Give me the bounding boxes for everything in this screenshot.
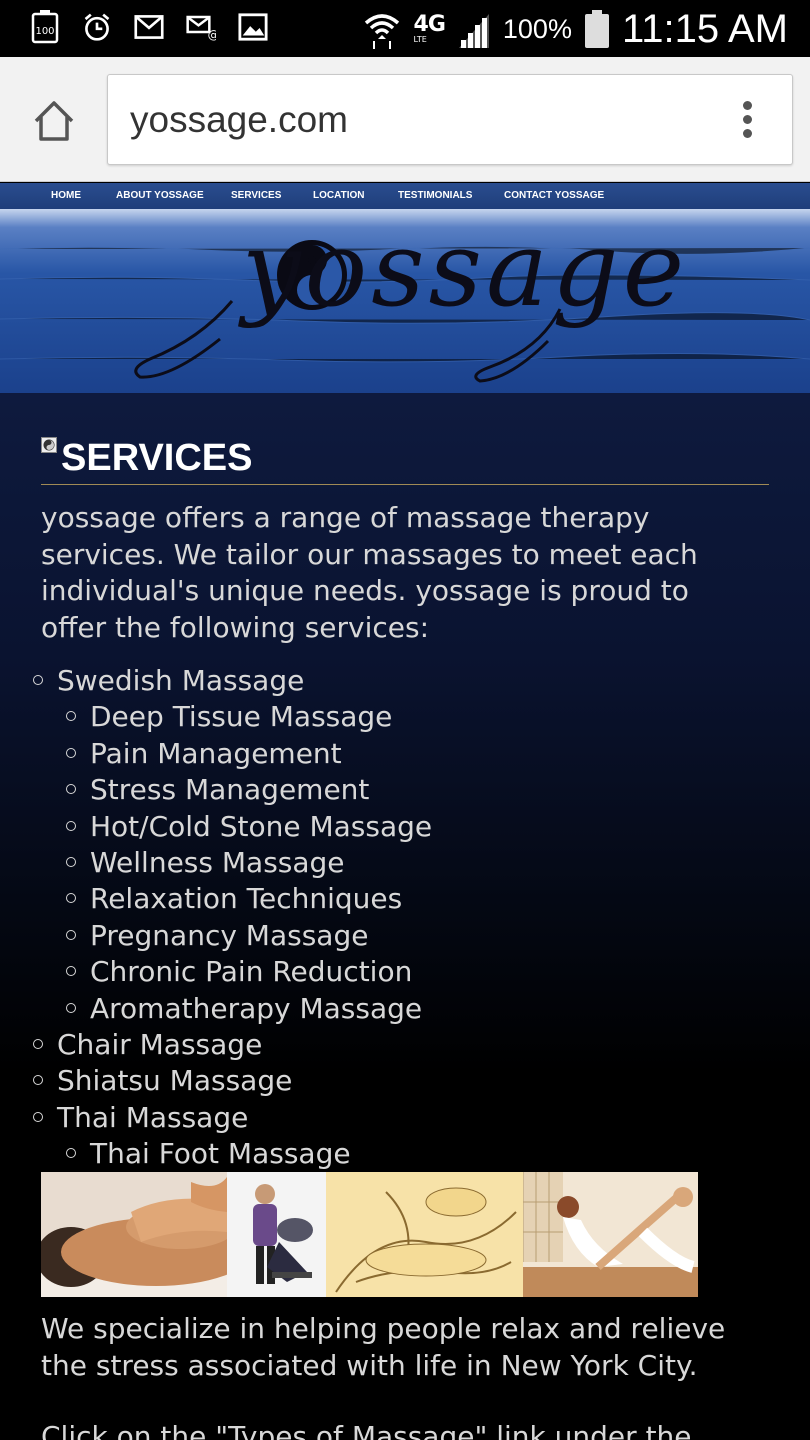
instruction-paragraph: Click on the "Types of Massage" link und…	[41, 1420, 692, 1440]
svg-text:@: @	[208, 28, 216, 42]
home-button[interactable]	[30, 97, 78, 145]
bullet-icon	[33, 675, 43, 685]
shiatsu-illustration	[326, 1172, 523, 1297]
service-label: Wellness Massage	[90, 846, 345, 879]
service-label: Thai Foot Massage	[90, 1137, 351, 1171]
service-label: Pregnancy Massage	[90, 918, 369, 952]
intro-paragraph: yossage offers a range of massage therap…	[41, 501, 698, 644]
service-item: Wellness Massage	[66, 845, 345, 881]
back-massage-photo	[41, 1172, 227, 1297]
battery-icon	[584, 10, 609, 48]
svg-text:100: 100	[35, 26, 54, 37]
service-item: Pain Management	[66, 736, 342, 772]
network-type: 4G	[413, 12, 446, 37]
status-bar: 100 @ 4G LTE 100% 11:15 AM	[0, 0, 810, 57]
network-subtype: LTE	[413, 35, 427, 44]
service-item: Aromatherapy Massage	[66, 991, 422, 1027]
nav-services[interactable]: SERVICES	[231, 190, 281, 201]
page-title: SERVICES	[61, 437, 253, 479]
bullet-icon	[66, 1002, 76, 1013]
closing-paragraph: We specialize in helping people relax an…	[41, 1312, 726, 1382]
battery-100-notification-icon: 100	[30, 10, 60, 44]
nav-contact[interactable]: CONTACT YOSSAGE	[504, 190, 604, 201]
menu-dot-icon	[742, 129, 752, 138]
email-icon: @	[186, 10, 216, 44]
service-item: Shiatsu Massage	[33, 1063, 292, 1099]
svg-text:yossage: yossage	[238, 209, 688, 330]
thai-massage-photo	[523, 1172, 698, 1297]
bullet-icon	[66, 929, 76, 940]
service-item: Hot/Cold Stone Massage	[66, 809, 432, 845]
home-icon	[34, 101, 74, 141]
service-label: Thai Massage	[57, 1100, 249, 1134]
yossage-logo: yossage	[134, 209, 688, 383]
bullet-icon	[66, 1148, 76, 1159]
service-item: Thai Massage	[33, 1100, 248, 1136]
overflow-menu-button[interactable]	[732, 99, 762, 143]
wifi-icon	[364, 14, 399, 49]
browser-toolbar: yossage.com	[0, 57, 810, 182]
menu-dot-icon	[742, 101, 752, 110]
bullet-icon	[66, 966, 76, 977]
yin-yang-icon	[41, 437, 57, 453]
service-label: Swedish Massage	[57, 664, 305, 697]
url-text: yossage.com	[130, 99, 348, 140]
service-label: Deep Tissue Massage	[90, 700, 393, 734]
notification-icons: 100 @	[30, 10, 268, 44]
image-icon	[238, 10, 268, 44]
system-indicators: 4G LTE 100% 11:15 AM	[362, 4, 788, 54]
service-label: Chronic Pain Reduction	[90, 955, 413, 989]
heading-row: SERVICES	[41, 433, 252, 477]
service-item: Stress Management	[66, 772, 369, 808]
service-label: Hot/Cold Stone Massage	[90, 809, 433, 843]
gmail-icon	[134, 10, 164, 44]
clock: 11:15 AM	[621, 6, 788, 51]
menu-dot-icon	[742, 115, 752, 124]
bullet-icon	[66, 893, 76, 904]
service-item: Thai Foot Massage	[66, 1136, 351, 1172]
service-item: Pregnancy Massage	[66, 918, 368, 954]
bullet-icon	[66, 820, 76, 831]
massage-photo-strip	[41, 1172, 698, 1297]
service-label: Shiatsu Massage	[57, 1064, 293, 1098]
bullet-icon	[66, 857, 76, 867]
service-label: Stress Management	[90, 773, 370, 807]
service-item: Chronic Pain Reduction	[66, 954, 412, 990]
site-nav: HOME ABOUT YOSSAGE SERVICES LOCATION TES…	[0, 183, 810, 209]
service-item: Relaxation Techniques	[66, 881, 402, 917]
nav-location[interactable]: LOCATION	[313, 190, 364, 201]
site-banner: yossage	[0, 209, 810, 393]
service-item: Deep Tissue Massage	[66, 699, 392, 735]
bullet-icon	[66, 784, 76, 795]
service-label: Aromatherapy Massage	[90, 991, 423, 1025]
nav-about[interactable]: ABOUT YOSSAGE	[116, 190, 204, 201]
service-label: Chair Massage	[57, 1028, 263, 1061]
title-divider	[41, 484, 769, 485]
battery-percent: 100%	[502, 13, 572, 44]
alarm-clock-icon	[82, 10, 112, 44]
bullet-icon	[66, 747, 76, 758]
service-item: Chair Massage	[33, 1027, 262, 1063]
bullet-icon	[33, 1075, 43, 1086]
signal-icon	[458, 14, 489, 48]
nav-home[interactable]: HOME	[51, 190, 81, 201]
bullet-icon	[33, 1039, 43, 1049]
bullet-icon	[33, 1111, 43, 1122]
bullet-icon	[66, 711, 76, 722]
service-label: Pain Management	[90, 736, 342, 770]
nav-testimonials[interactable]: TESTIMONIALS	[398, 190, 472, 201]
service-item: Swedish Massage	[33, 663, 304, 699]
main-content: SERVICES yossage offers a range of massa…	[0, 393, 810, 1440]
service-label: Relaxation Techniques	[90, 882, 403, 916]
address-bar[interactable]: yossage.com	[107, 74, 793, 165]
chair-massage-photo	[227, 1172, 326, 1297]
